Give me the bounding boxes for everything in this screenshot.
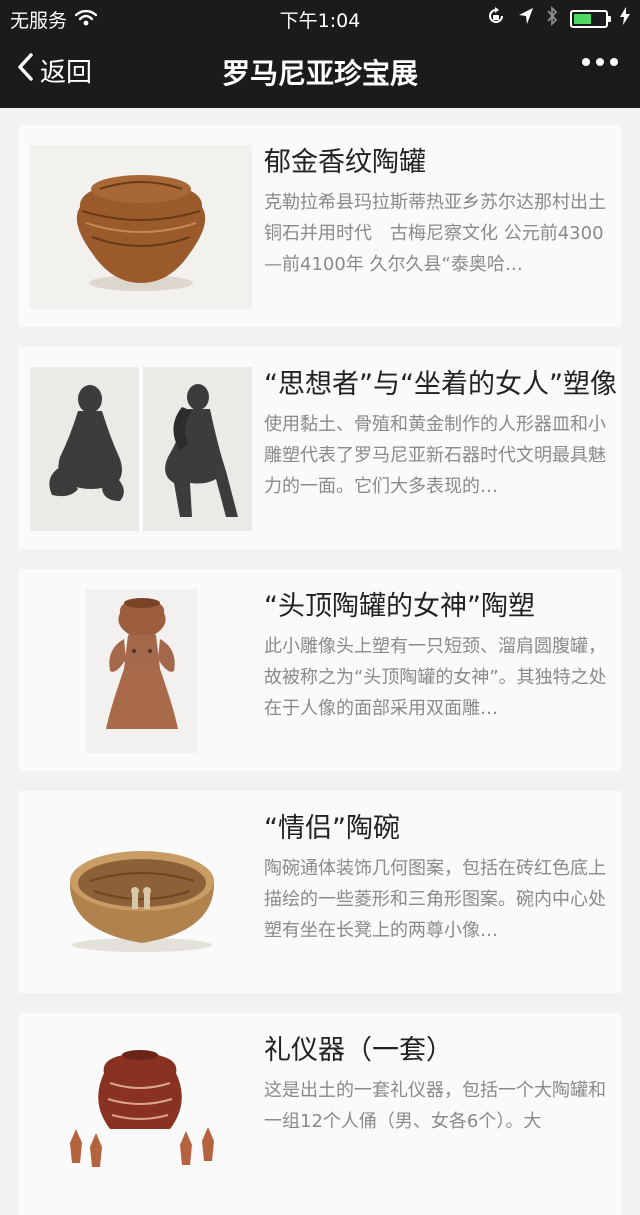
charging-icon — [620, 7, 630, 30]
more-dot-icon — [610, 58, 618, 66]
list-item[interactable]: “头顶陶罐的女神”陶塑 此小雕像头上塑有一只短颈、溜肩圆腹罐，故被称之为“头顶陶… — [18, 569, 622, 771]
rotation-lock-icon — [486, 6, 506, 31]
more-menu-button[interactable] — [582, 58, 618, 66]
list-item[interactable]: “思想者”与“坐着的女人”塑像 使用黏土、骨殖和黄金制作的人形器皿和小雕塑代表了… — [18, 347, 622, 549]
item-title: “思想者”与“坐着的女人”塑像 — [264, 369, 617, 400]
battery-level — [574, 13, 591, 24]
item-description: 使用黏土、骨殖和黄金制作的人形器皿和小雕塑代表了罗马尼亚新石器时代文明最具魅力的… — [264, 414, 606, 497]
couple-bowl-thumbnail — [30, 811, 252, 975]
item-title: 礼仪器（一套） — [264, 1035, 453, 1066]
battery-icon — [570, 9, 611, 28]
status-bar: 无服务 下午1:04 — [0, 0, 640, 36]
ritual-set-thumbnail — [30, 1033, 252, 1197]
goddess-figurine-thumbnail — [30, 589, 252, 753]
list-item[interactable]: 郁金香纹陶罐 克勒拉希县玛拉斯蒂热亚乡苏尔达那村出土 铜石并用时代 古梅尼察文化… — [18, 125, 622, 327]
item-description: 这是出土的一套礼仪器，包括一个大陶罐和一组12个人俑（男、女各6个）。大 — [264, 1080, 606, 1132]
item-description: 此小雕像头上塑有一只短颈、溜肩圆腹罐，故被称之为“头顶陶罐的女神”。其独特之处在… — [264, 636, 607, 719]
item-title: 郁金香纹陶罐 — [264, 147, 426, 178]
item-description: 陶碗通体装饰几何图案，包括在砖红色底上描绘的一些菱形和三角形图案。碗内中心处塑有… — [264, 858, 606, 941]
list-item[interactable]: “情侣”陶碗 陶碗通体装饰几何图案，包括在砖红色底上描绘的一些菱形和三角形图案。… — [18, 791, 622, 993]
bluetooth-icon — [546, 5, 558, 31]
pottery-jar-thumbnail — [30, 145, 252, 309]
location-icon — [518, 7, 534, 30]
nav-bar: 返回 罗马尼亚珍宝展 — [0, 36, 640, 108]
item-title: “情侣”陶碗 — [264, 813, 400, 844]
more-dot-icon — [596, 58, 604, 66]
more-dot-icon — [582, 58, 590, 66]
item-title: “头顶陶罐的女神”陶塑 — [264, 591, 535, 622]
thinker-statues-thumbnail — [30, 367, 252, 531]
page-title: 罗马尼亚珍宝展 — [221, 57, 418, 90]
item-description: 克勒拉希县玛拉斯蒂热亚乡苏尔达那村出土 铜石并用时代 古梅尼察文化 公元前430… — [264, 192, 606, 275]
status-right — [486, 5, 630, 31]
list-item[interactable]: 礼仪器（一套） 这是出土的一套礼仪器，包括一个大陶罐和一组12个人俑（男、女各6… — [18, 1013, 622, 1215]
